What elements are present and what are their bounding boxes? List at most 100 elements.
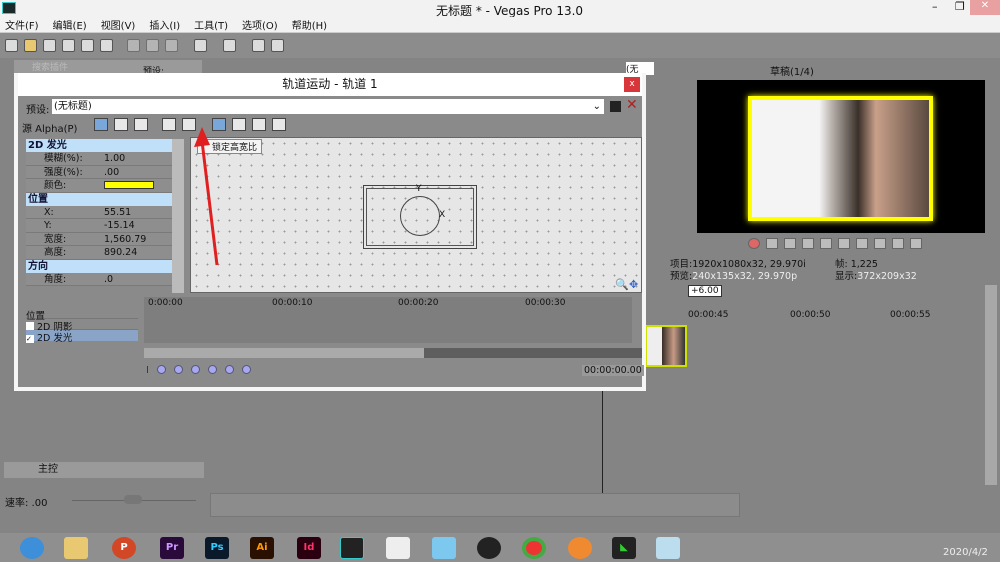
stop-button[interactable] xyxy=(838,238,850,249)
delete-keyframe-button[interactable] xyxy=(241,365,251,374)
offset-badge: +6.00 xyxy=(688,285,722,297)
keyframe-interpolation-icon[interactable]: I xyxy=(146,365,149,376)
add-keyframe-button[interactable] xyxy=(224,365,234,374)
save-preset-icon[interactable] xyxy=(610,101,621,112)
chrome-icon[interactable] xyxy=(522,537,546,559)
premiere-icon[interactable]: Pr xyxy=(160,537,184,559)
close-button[interactable]: ✕ xyxy=(970,0,1000,15)
menu-options[interactable]: 选项(O) xyxy=(242,17,278,32)
cut-icon[interactable] xyxy=(127,39,140,52)
vegas-icon[interactable] xyxy=(340,537,364,559)
section-2d-glow[interactable]: 2D 发光 xyxy=(26,139,172,153)
keyframe-scrollbar[interactable] xyxy=(144,348,642,358)
first-keyframe-button[interactable] xyxy=(156,365,166,374)
powerpoint-icon[interactable]: P xyxy=(112,537,136,559)
prop-value[interactable]: 55.51 xyxy=(104,206,131,218)
copy-icon[interactable] xyxy=(146,39,159,52)
new-icon[interactable] xyxy=(5,39,18,52)
zoom-icon[interactable]: 🔍 xyxy=(615,278,629,291)
move-y-icon[interactable] xyxy=(272,118,286,131)
prev-frame-button[interactable] xyxy=(892,238,904,249)
redo-icon[interactable] xyxy=(223,39,236,52)
delete-preset-icon[interactable]: ✕ xyxy=(626,97,638,113)
render-icon[interactable] xyxy=(81,39,94,52)
save-as-icon[interactable] xyxy=(62,39,75,52)
playhead[interactable] xyxy=(602,390,603,500)
prop-value[interactable]: 890.24 xyxy=(104,246,137,258)
prop-value[interactable]: .0 xyxy=(104,273,113,285)
prop-value[interactable]: .00 xyxy=(104,166,119,178)
photoshop-icon[interactable]: Ps xyxy=(205,537,229,559)
prop-value[interactable]: 1,560.79 xyxy=(104,233,146,245)
menu-edit[interactable]: 编辑(E) xyxy=(53,17,87,32)
motion-canvas[interactable]: Y X 锁定高宽比 🔍 ✥ xyxy=(190,137,642,293)
checkbox-checked[interactable]: ✓ xyxy=(26,335,34,343)
keyframe-timeline[interactable]: 0:00:00 00:00:10 00:00:20 00:00:30 xyxy=(144,297,632,343)
3d-icon[interactable] xyxy=(134,118,148,131)
save-icon[interactable] xyxy=(43,39,56,52)
rotation-circle[interactable] xyxy=(400,196,440,236)
edit-icon[interactable] xyxy=(114,118,128,131)
sync-cursor-icon[interactable] xyxy=(94,118,108,131)
menu-tools[interactable]: 工具(T) xyxy=(194,17,228,32)
app-icon[interactable] xyxy=(386,537,410,559)
track-position[interactable]: 位置 xyxy=(26,308,138,322)
menu-help[interactable]: 帮助(H) xyxy=(292,17,327,32)
browser-icon[interactable] xyxy=(20,537,44,559)
track-2d-shadow[interactable]: 2D 阴影 xyxy=(26,319,138,333)
timeline-scrollbar[interactable] xyxy=(985,285,997,485)
menu-file[interactable]: 文件(F) xyxy=(5,17,39,32)
go-start-button[interactable] xyxy=(856,238,868,249)
go-end-button[interactable] xyxy=(874,238,886,249)
prop-value[interactable]: -15.14 xyxy=(104,219,135,231)
file-explorer-icon[interactable] xyxy=(64,537,88,559)
minimize-button[interactable]: – xyxy=(932,0,938,13)
prevent-x-icon[interactable] xyxy=(162,118,176,131)
menu-insert[interactable]: 插入(I) xyxy=(149,17,180,32)
preview-label: 预览: xyxy=(670,271,693,282)
preview-quality-dropdown[interactable]: 草稿(1/4) xyxy=(770,63,814,78)
app-icon[interactable] xyxy=(432,537,456,559)
indesign-icon[interactable]: Id xyxy=(297,537,321,559)
open-icon[interactable] xyxy=(24,39,37,52)
app-icon[interactable] xyxy=(568,537,592,559)
app-icon[interactable]: ◣ xyxy=(612,537,636,559)
color-swatch[interactable] xyxy=(104,181,154,190)
prop-value[interactable]: 1.00 xyxy=(104,152,125,164)
qq-icon[interactable] xyxy=(477,537,501,559)
next-frame-button[interactable] xyxy=(910,238,922,249)
source-alpha-dropdown[interactable]: 源 Alpha(P) xyxy=(22,120,77,135)
dialog-close-button[interactable]: x xyxy=(624,77,640,92)
play-from-start-button[interactable] xyxy=(784,238,796,249)
record-button[interactable] xyxy=(748,238,760,249)
track-2d-glow[interactable]: ✓ 2D 发光 xyxy=(26,330,138,344)
enable-snapping-icon[interactable] xyxy=(252,39,265,52)
move-icon[interactable]: ✥ xyxy=(629,278,638,291)
checkbox[interactable] xyxy=(26,322,34,330)
prop-label: X: xyxy=(44,206,54,218)
keyframe-button[interactable] xyxy=(190,365,200,374)
menu-view[interactable]: 视图(V) xyxy=(101,17,136,32)
undo-icon[interactable] xyxy=(194,39,207,52)
video-clip-thumbnail[interactable] xyxy=(645,325,687,367)
scale-about-center-icon[interactable] xyxy=(232,118,246,131)
pause-button[interactable] xyxy=(820,238,832,249)
move-x-icon[interactable] xyxy=(252,118,266,131)
play-button[interactable] xyxy=(802,238,814,249)
rate-slider-handle[interactable] xyxy=(124,495,142,504)
track-motion-dialog: 轨道运动 - 轨道 1 x 预设: (无标题) ⌄ ✕ 源 Alpha(P) 2D… xyxy=(14,73,646,391)
restore-button[interactable]: ❐ xyxy=(955,0,965,13)
prev-keyframe-button[interactable] xyxy=(173,365,183,374)
section-position[interactable]: 位置 xyxy=(26,192,172,206)
help-icon[interactable] xyxy=(271,39,284,52)
notepad-icon[interactable] xyxy=(656,537,680,559)
loop-button[interactable] xyxy=(766,238,778,249)
property-scrollbar[interactable] xyxy=(172,139,184,293)
illustrator-icon[interactable]: Ai xyxy=(250,537,274,559)
section-orientation[interactable]: 方向 xyxy=(26,259,172,273)
paste-icon[interactable] xyxy=(165,39,178,52)
search-input[interactable]: 搜索插件 xyxy=(32,63,68,73)
next-keyframe-button[interactable] xyxy=(207,365,217,374)
properties-icon[interactable] xyxy=(100,39,113,52)
dialog-preset-dropdown[interactable]: (无标题) ⌄ xyxy=(52,99,604,114)
